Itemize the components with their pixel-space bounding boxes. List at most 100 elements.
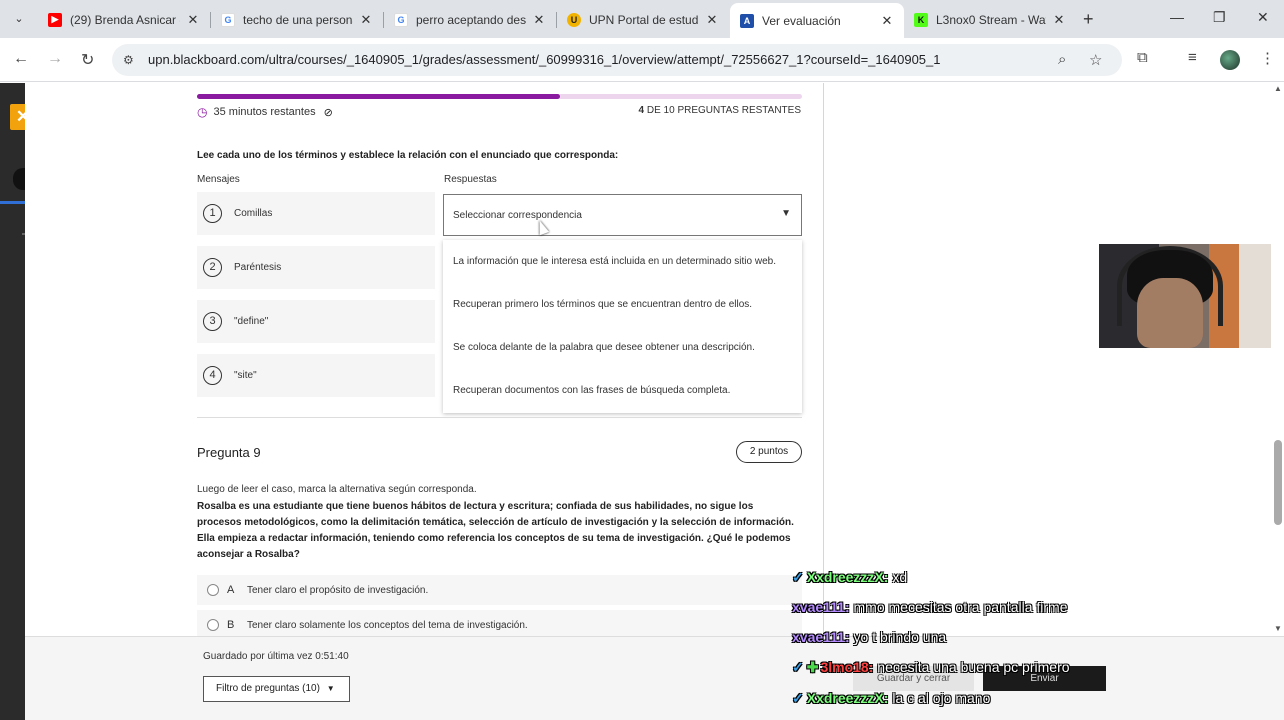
page-scrollbar[interactable]: ▲ ▼ [1272,83,1284,636]
chat-username: XxdreezzzX: [806,569,889,585]
match-dropdown-list: La información que le interesa está incl… [443,240,802,413]
reload-icon[interactable]: ↻ [81,50,94,70]
answer-letter: A [227,584,235,596]
progress-bar [197,94,802,99]
questions-remaining: 4 DE 10 PREGUNTAS RESTANTES [639,105,801,116]
term-number: 2 [203,258,222,277]
restore-icon[interactable]: ❐ [1213,9,1226,26]
hide-timer-icon[interactable]: ⊘ [324,106,333,119]
chat-message: xvae111: yo t brindo una [792,629,946,645]
tab-ver-evaluacion[interactable]: A Ver evaluación ✕ [730,3,904,38]
close-window-icon[interactable]: ✕ [1257,9,1269,26]
streamer-webcam [1099,244,1271,348]
youtube-icon: ▶ [48,12,62,27]
term-label: "site" [234,370,257,381]
tab-kick[interactable]: K L3nox0 Stream - Wat ✕ [904,5,1076,34]
chat-username: xvae111: [792,629,850,645]
url-text: upn.blackboard.com/ultra/courses/_164090… [148,52,941,67]
verified-badge-icon: ✓ [792,659,804,675]
chat-message: ✓ ✚ 3lmo18: necesita una buena pc primero [792,659,1070,676]
tab-search-chevron-icon[interactable]: ⌄ [10,10,28,28]
answer-text: Tener claro solamente los conceptos del … [247,619,528,631]
dropdown-option[interactable]: La información que le interesa está incl… [453,256,776,267]
tab-close-icon[interactable]: ✕ [705,12,719,28]
chat-username: xvae111: [792,599,850,615]
chat-message: ✓ XxdreezzzX: xd [792,569,907,586]
question-instruction: Lee cada uno de los términos y establece… [197,150,619,161]
scrollbar-thumb[interactable] [1274,440,1282,525]
time-left-text: 35 minutos restantes [213,106,316,118]
caret-down-icon: ▼ [781,208,791,219]
menu-kebab-icon[interactable]: ⋮ [1260,49,1275,67]
points-badge: 2 puntos [736,441,802,463]
google-icon: G [221,12,235,27]
term-label: Paréntesis [234,262,282,273]
address-bar[interactable]: ⚙ upn.blackboard.com/ultra/courses/_1640… [112,44,1122,76]
sidebar-active-indicator [0,201,25,204]
minimize-icon[interactable]: — [1170,9,1184,25]
match-select-1[interactable]: Seleccionar correspondencia ▼ [443,194,802,236]
question-intro: Luego de leer el caso, marca la alternat… [197,484,477,495]
term-row: 4 "site" [197,354,435,397]
left-sidebar-strip [0,83,25,720]
verified-badge-icon: ✓ [792,690,804,706]
dropdown-option[interactable]: Se coloca delante de la palabra que dese… [453,342,755,353]
caret-down-icon: ▼ [326,684,335,693]
progress-bar-fill [197,94,560,99]
tab-strip: ⌄ ▶ (29) Brenda Asnicar - ✕ G techo de u… [0,0,1284,38]
term-number: 3 [203,312,222,331]
scroll-down-icon[interactable]: ▼ [1274,624,1282,633]
assessment-footer: Guardado por última vez 0:51:40 Filtro d… [25,636,1284,720]
chat-text: mmo mecesitas otra pantalla firme [853,599,1068,615]
webcam-face [1137,278,1203,348]
term-number: 1 [203,204,222,223]
tab-title: (29) Brenda Asnicar - [70,12,180,27]
forward-icon[interactable]: → [47,50,63,68]
tab-google-1[interactable]: G techo de una persona ✕ [211,5,383,34]
radio-button[interactable] [207,584,219,596]
profile-avatar[interactable] [1220,50,1240,70]
tab-close-icon[interactable]: ✕ [532,12,546,28]
scroll-up-icon[interactable]: ▲ [1274,84,1282,93]
tab-close-icon[interactable]: ✕ [1052,12,1066,28]
messages-column-header: Mensajes [197,174,240,185]
page-viewport: ✕ ◷ 35 minutos restantes ⊘ 4 DE 10 PREGU… [0,83,1284,720]
google-icon: G [394,12,408,27]
timer-icon: ◷ [197,105,208,119]
sidebar-handle [13,168,25,190]
questions-remaining-label: DE 10 PREGUNTAS RESTANTES [646,105,801,116]
new-tab-icon[interactable]: + [1083,9,1094,30]
tab-upn[interactable]: U UPN Portal de estudi ✕ [557,5,729,34]
site-info-icon[interactable]: ⚙ [123,53,134,67]
star-badge-icon: ✚ [806,659,819,675]
answer-option-a[interactable]: A Tener claro el propósito de investigac… [197,575,802,605]
term-row: 3 "define" [197,300,435,343]
tab-title: Ver evaluación [762,13,841,28]
tab-title: L3nox0 Stream - Wat [936,12,1046,27]
verified-badge-icon: ✓ [792,569,804,585]
media-control-icon[interactable]: ≡ [1188,49,1197,66]
answer-letter: B [227,619,235,631]
tab-google-2[interactable]: G perro aceptando dest ✕ [384,5,556,34]
tab-title: techo de una persona [243,12,353,27]
extensions-icon[interactable]: ⧉ [1137,49,1148,66]
dropdown-option[interactable]: Recuperan primero los términos que se en… [453,299,752,310]
chat-message: xvae111: mmo mecesitas otra pantalla fir… [792,599,1067,615]
tab-title: UPN Portal de estudi [589,12,699,27]
question-title: Pregunta 9 [197,445,261,460]
tab-close-icon[interactable]: ✕ [359,12,373,28]
bookmark-star-icon[interactable]: ☆ [1089,51,1102,69]
zoom-icon[interactable]: ⌕ [1058,51,1066,68]
chat-text: la c al ojo mano [892,690,991,706]
tab-youtube[interactable]: ▶ (29) Brenda Asnicar - ✕ [38,5,210,34]
back-icon[interactable]: ← [13,50,29,68]
question-divider [197,417,802,418]
dropdown-option[interactable]: Recuperan documentos con las frases de b… [453,385,730,396]
browser-toolbar: ← → ↻ ⚙ upn.blackboard.com/ultra/courses… [0,38,1284,82]
tab-close-icon[interactable]: ✕ [880,13,894,29]
question-filter-dropdown[interactable]: Filtro de preguntas (10) ▼ [203,676,350,702]
radio-button[interactable] [207,619,219,631]
timer: ◷ 35 minutos restantes ⊘ [197,105,333,119]
answer-text: Tener claro el propósito de investigació… [247,584,429,596]
tab-close-icon[interactable]: ✕ [186,12,200,28]
